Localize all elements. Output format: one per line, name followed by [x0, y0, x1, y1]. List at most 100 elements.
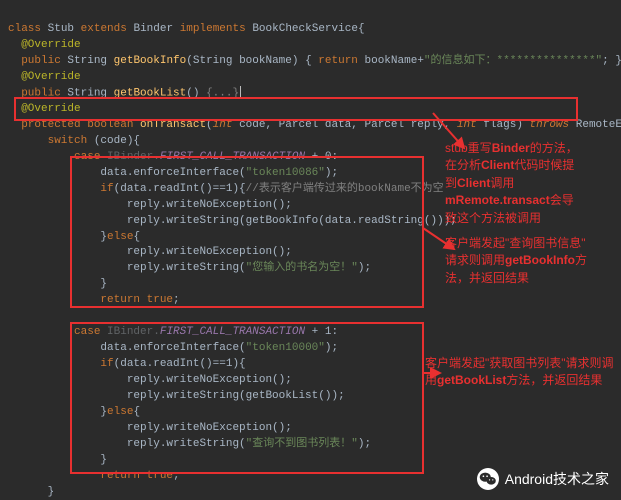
caret-icon — [240, 86, 241, 99]
ann2-l3: 法，并返回结果 — [445, 271, 529, 285]
const-prefix: IBinder. — [107, 151, 160, 163]
num-one: 1 — [325, 326, 332, 338]
ann1-l3b: Client — [457, 176, 490, 190]
kw-if: if — [100, 183, 113, 195]
ann1-l5: 致这个方法被调用 — [445, 211, 541, 225]
string: "token10000" — [246, 342, 325, 354]
fn-getBookList: getBookList — [114, 87, 187, 99]
ann2-l2c: 方 — [575, 253, 587, 267]
ann3-l1: 客户端发起"获取图书列表"请求则调 — [425, 356, 614, 370]
stmt: reply.writeString( — [127, 262, 246, 274]
stmt: data.enforceInterface( — [100, 342, 245, 354]
kw-extends: extends — [81, 23, 127, 35]
ann1-l3a: 到 — [445, 176, 457, 190]
ann1-l4a: mRemote.transact — [445, 193, 550, 207]
stmt: reply.writeString(getBookList()); — [127, 390, 345, 402]
kw-if: if — [100, 358, 113, 370]
kw-else: else — [107, 406, 133, 418]
ret-type: String — [67, 87, 107, 99]
kw-int: int — [213, 119, 233, 131]
stmt: reply.writeString(getBookInfo(data.readS… — [127, 215, 457, 227]
ann1-l1b: Binder — [492, 141, 530, 155]
ret-type: String — [67, 55, 107, 67]
kw-implements: implements — [180, 23, 246, 35]
if-expr: (data.readInt()==1){ — [114, 358, 246, 370]
stmt: reply.writeNoException(); — [127, 422, 292, 434]
kw-public: public — [21, 87, 61, 99]
num-zero: 0 — [325, 151, 332, 163]
fn-onTransact: onTransact — [140, 119, 206, 131]
ann1-l2c: 代码时候提 — [514, 158, 574, 172]
ann3-l2b: getBookList — [437, 373, 506, 387]
brace: { — [133, 406, 140, 418]
ann3-l2a: 用 — [425, 373, 437, 387]
kw-case: case — [74, 151, 100, 163]
plus: + — [305, 326, 325, 338]
ann1-l1a: stub重写 — [445, 141, 492, 155]
annotation-override: @Override — [21, 103, 80, 115]
watermark: Android技术之家 — [477, 468, 609, 490]
string: "查询不到图书列表！" — [246, 438, 358, 450]
kw-else: else — [107, 231, 133, 243]
annotation-1: stub重写Binder的方法， 在分析Client代码时候提 到Client调… — [445, 140, 615, 227]
string: "您输入的书名为空！" — [246, 262, 358, 274]
brace: { — [133, 231, 140, 243]
semi: ; } — [602, 55, 621, 67]
params: code, Parcel data, Parcel reply, — [232, 119, 456, 131]
ann1-l2a: 在分析 — [445, 158, 481, 172]
sig: () — [186, 87, 199, 99]
stmt: reply.writeNoException(); — [127, 199, 292, 211]
ann2-l1: 客户端发起"查询图书信息" — [445, 236, 586, 250]
kw-protected: protected boolean — [21, 119, 133, 131]
annotation-3: 客户端发起"获取图书列表"请求则调 用getBookList方法，并返回结果 — [425, 355, 615, 390]
fold-block: {...} — [199, 87, 239, 99]
kw-return-true: return true — [100, 470, 173, 482]
stmt-end: ); — [358, 438, 371, 450]
kw-class: class — [8, 23, 41, 35]
ann3-l2c: 方法，并返回结果 — [506, 373, 602, 387]
ann2-l2a: 请求则调用 — [445, 253, 505, 267]
kw-case: case — [74, 326, 100, 338]
super-name: Binder — [133, 23, 173, 35]
annotation-2: 客户端发起"查询图书信息" 请求则调用getBookInfo方 法，并返回结果 — [445, 235, 615, 287]
ann1-l4b: 会导 — [550, 193, 574, 207]
kw-return-true: return true — [100, 294, 173, 306]
annotation-override: @Override — [21, 71, 80, 83]
stmt-end: ); — [358, 262, 371, 274]
kw-switch: switch — [48, 135, 88, 147]
kw-public: public — [21, 55, 61, 67]
iface-name: BookCheckService — [252, 23, 358, 35]
string: "token10086" — [246, 167, 325, 179]
open-paren: ( — [206, 119, 213, 131]
stmt-end: ); — [325, 167, 338, 179]
string: "的信息如下：***************" — [424, 55, 602, 67]
kw-throws: throws — [530, 119, 570, 131]
semi: ; — [173, 294, 180, 306]
wechat-icon — [477, 468, 499, 490]
semi: ; — [173, 470, 180, 482]
class-name: Stub — [48, 23, 74, 35]
expr: bookName+ — [358, 55, 424, 67]
brace: } — [100, 278, 107, 290]
stmt: reply.writeNoException(); — [127, 246, 292, 258]
ann1-l2b: Client — [481, 158, 514, 172]
params2: flags) — [477, 119, 530, 131]
ann2-l2b: getBookInfo — [505, 253, 575, 267]
if-expr: (data.readInt()==1){ — [114, 183, 246, 195]
stmt-end: ); — [325, 342, 338, 354]
kw-int: int — [457, 119, 477, 131]
annotation-override: @Override — [21, 39, 80, 51]
const-field: FIRST_CALL_TRANSACTION — [160, 326, 305, 338]
colon: : — [332, 151, 339, 163]
stmt: data.enforceInterface( — [100, 167, 245, 179]
stmt: reply.writeNoException(); — [127, 374, 292, 386]
params: (String bookName) { — [186, 55, 311, 67]
brace: } — [48, 486, 55, 498]
switch-expr: (code){ — [87, 135, 140, 147]
ex: RemoteException { — [569, 119, 621, 131]
ann1-l1c: 的方法， — [530, 141, 578, 155]
colon: : — [332, 326, 339, 338]
stmt: reply.writeString( — [127, 438, 246, 450]
ann1-l3c: 调用 — [490, 176, 514, 190]
brace: } — [100, 454, 107, 466]
